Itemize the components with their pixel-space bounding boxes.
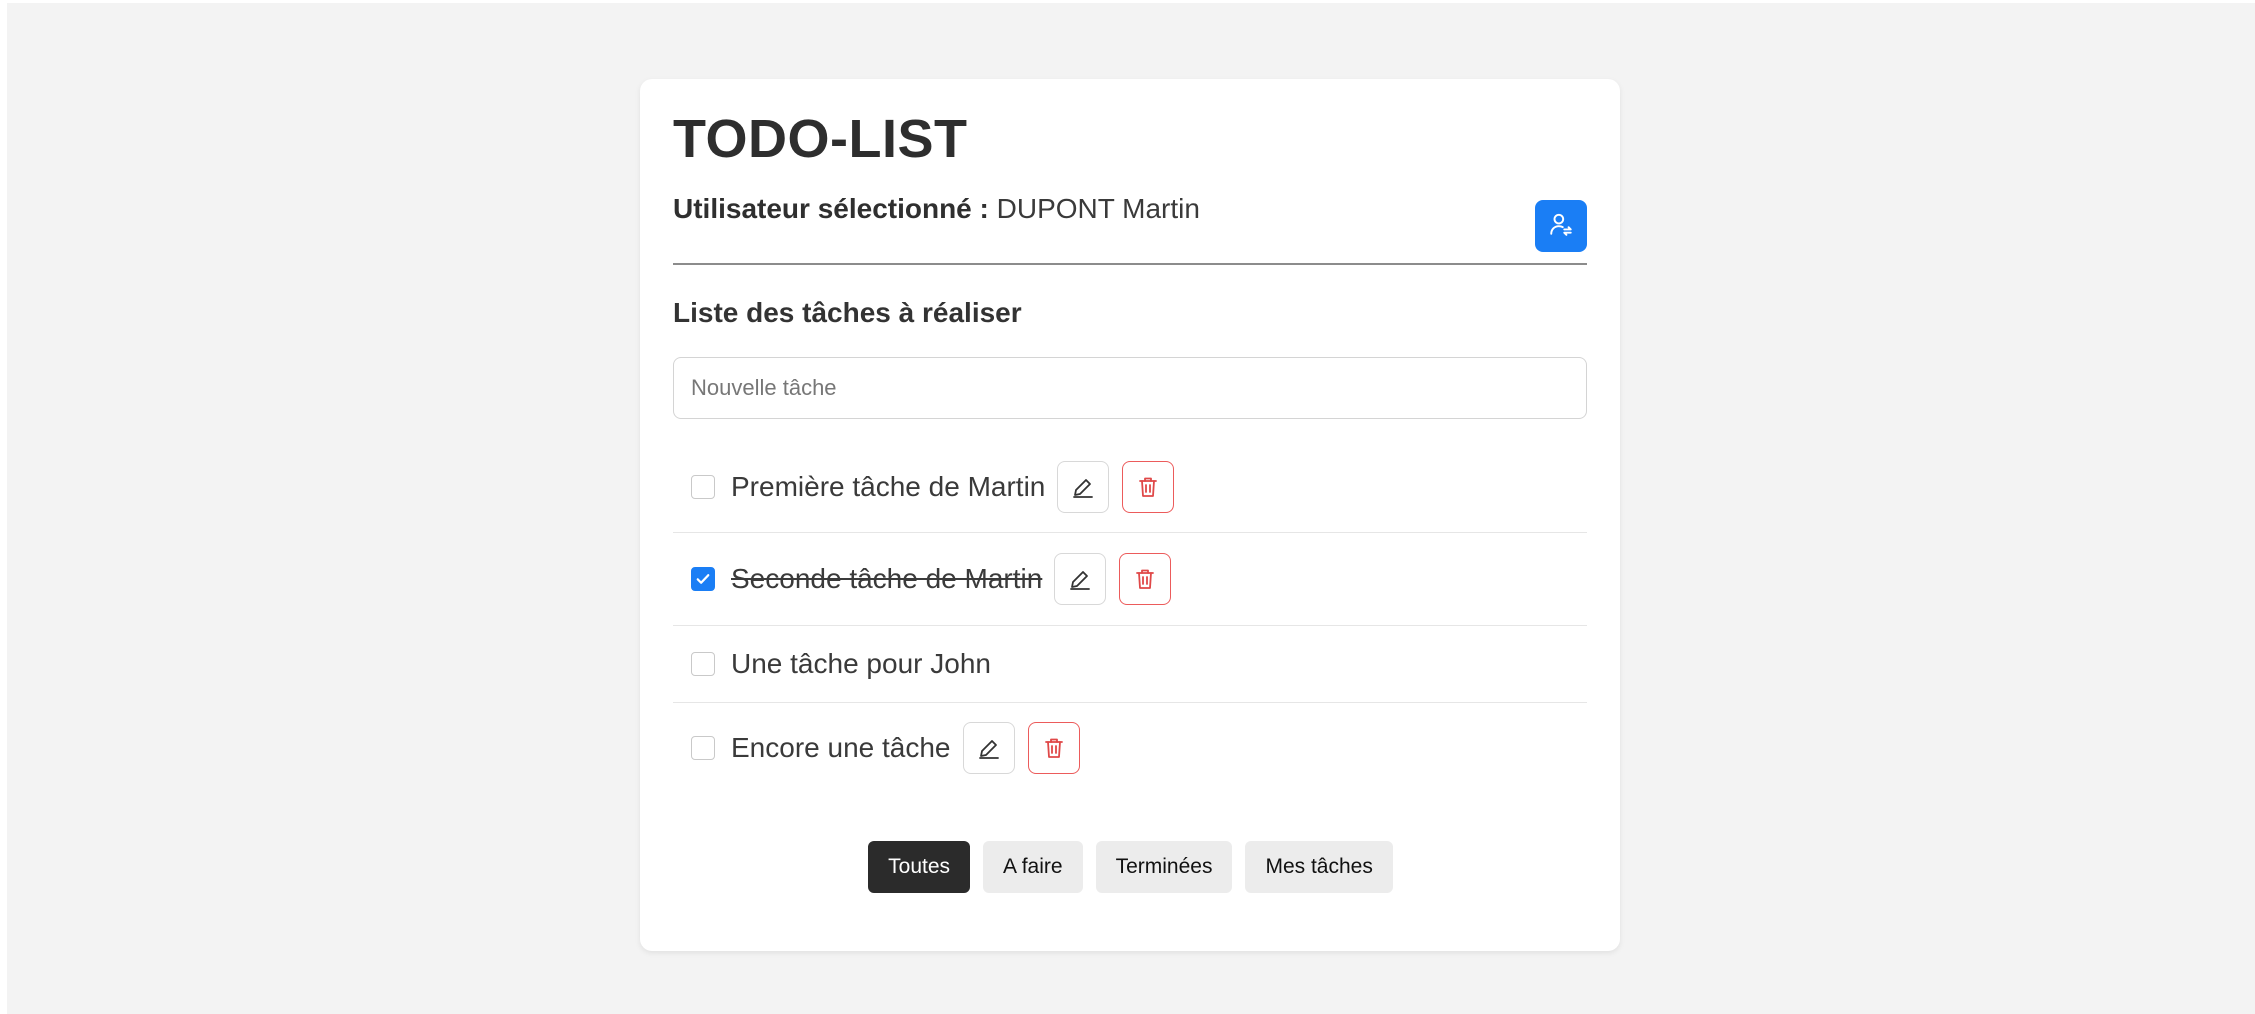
delete-task-button[interactable] [1027, 722, 1080, 774]
user-switch-icon [1548, 211, 1574, 242]
selected-user: Utilisateur sélectionné : DUPONT Martin [673, 193, 1200, 225]
delete-task-button[interactable] [1119, 553, 1172, 605]
task-item: Encore une tâche [673, 702, 1587, 793]
delete-task-button[interactable] [1122, 460, 1175, 513]
task-label: Seconde tâche de Martin [731, 563, 1043, 594]
pencil-icon [977, 736, 1001, 760]
selected-user-row: Utilisateur sélectionné : DUPONT Martin [673, 183, 1587, 265]
task-list: Première tâche de Martin Seconde tâche de… [673, 441, 1587, 793]
filter-all-button[interactable]: Toutes [868, 841, 971, 893]
task-item: Première tâche de Martin [673, 441, 1587, 532]
task-checkbox[interactable] [691, 652, 715, 676]
task-label: Première tâche de Martin [731, 470, 1046, 502]
filter-mine-button[interactable]: Mes tâches [1245, 841, 1393, 893]
task-label: Encore une tâche [731, 732, 951, 763]
checkmark-icon [694, 570, 712, 588]
trash-icon [1042, 736, 1066, 760]
edit-task-button[interactable] [962, 722, 1015, 774]
trash-icon [1133, 567, 1157, 591]
pencil-icon [1068, 567, 1092, 591]
todo-card: TODO-LIST Utilisateur sélectionné : DUPO… [640, 79, 1620, 951]
page-title: TODO-LIST [673, 109, 968, 169]
edit-task-button[interactable] [1057, 460, 1110, 513]
task-checkbox[interactable] [691, 474, 715, 499]
trash-icon [1136, 475, 1160, 499]
filter-bar: Toutes A faire Terminées Mes tâches [640, 841, 1620, 893]
task-item: Seconde tâche de Martin [673, 532, 1587, 625]
edit-task-button[interactable] [1054, 553, 1107, 605]
task-item: Une tâche pour John [673, 625, 1587, 702]
task-list-title: Liste des tâches à réaliser [673, 297, 1022, 328]
filter-todo-button[interactable]: A faire [983, 841, 1083, 893]
task-checkbox[interactable] [691, 736, 715, 760]
pencil-icon [1071, 475, 1095, 499]
change-user-button[interactable] [1535, 200, 1587, 252]
filter-done-button[interactable]: Terminées [1095, 841, 1233, 893]
task-label: Une tâche pour John [731, 648, 991, 679]
task-checkbox[interactable] [691, 567, 715, 591]
selected-user-name: DUPONT Martin [996, 193, 1200, 224]
selected-user-label: Utilisateur sélectionné : [673, 193, 989, 224]
new-task-input[interactable] [673, 357, 1587, 419]
